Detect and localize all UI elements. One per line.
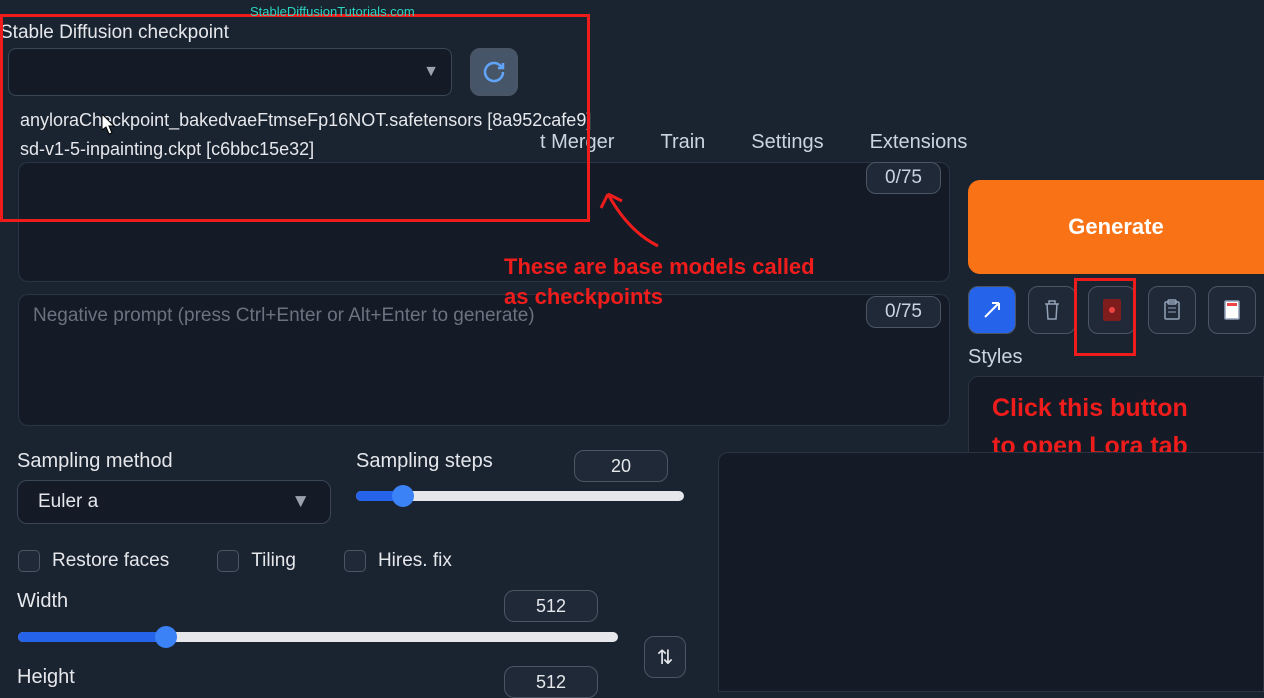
arrow-button[interactable] (968, 286, 1016, 334)
watermark: StableDiffusionTutorials.com (250, 4, 415, 19)
tiling-checkbox[interactable] (217, 550, 239, 572)
annotation-checkpoints-text: These are base models called as checkpoi… (504, 252, 815, 311)
negative-counter: 0/75 (866, 296, 941, 328)
checkbox-row: Restore faces Tiling Hires. fix (18, 550, 452, 572)
width-value[interactable]: 512 (504, 590, 598, 622)
tab-settings[interactable]: Settings (751, 131, 823, 154)
slider-thumb[interactable] (155, 626, 177, 648)
sampling-method-label: Sampling method (17, 450, 173, 473)
height-label: Height (17, 666, 75, 689)
clipboard-icon (1163, 299, 1181, 321)
preview-panel (718, 452, 1264, 692)
clipboard-button[interactable] (1148, 286, 1196, 334)
slider-thumb[interactable] (392, 485, 414, 507)
tab-train[interactable]: Train (660, 131, 705, 154)
chevron-down-icon: ▼ (291, 491, 310, 513)
refresh-icon (482, 60, 506, 84)
tiling-option[interactable]: Tiling (217, 550, 296, 572)
tiling-label: Tiling (251, 550, 296, 572)
sampling-steps-value[interactable]: 20 (574, 450, 668, 482)
restore-faces-option[interactable]: Restore faces (18, 550, 169, 572)
checkpoint-dropdown[interactable]: ▼ (8, 48, 452, 96)
restore-faces-label: Restore faces (52, 550, 169, 572)
hires-fix-label: Hires. fix (378, 550, 452, 572)
card-icon (1103, 299, 1121, 321)
hires-fix-checkbox[interactable] (344, 550, 366, 572)
negative-prompt-placeholder: Negative prompt (press Ctrl+Enter or Alt… (33, 305, 535, 326)
swap-dimensions-button[interactable]: ⇅ (644, 636, 686, 678)
arrow-icon (982, 300, 1002, 320)
restore-faces-checkbox[interactable] (18, 550, 40, 572)
negative-prompt-input[interactable]: Negative prompt (press Ctrl+Enter or Alt… (18, 294, 950, 426)
tab-row: t Merger Train Settings Extensions (540, 131, 967, 154)
utility-icon-row (968, 286, 1256, 334)
file-button[interactable] (1208, 286, 1256, 334)
prompt-counter: 0/75 (866, 162, 941, 194)
trash-icon (1042, 299, 1062, 321)
tab-extensions[interactable]: Extensions (870, 131, 968, 154)
checkpoint-option[interactable]: sd-v1-5-inpainting.ckpt [c6bbc15e32] (10, 135, 576, 164)
checkpoint-label: Stable Diffusion checkpoint (0, 22, 229, 44)
tab-checkpoint-merger[interactable]: t Merger (540, 131, 614, 154)
extra-networks-button[interactable] (1088, 286, 1136, 334)
chevron-down-icon: ▼ (423, 63, 439, 81)
refresh-checkpoint-button[interactable] (470, 48, 518, 96)
height-value[interactable]: 512 (504, 666, 598, 698)
sampling-method-dropdown[interactable]: Euler a ▼ (17, 480, 331, 524)
styles-label: Styles (968, 346, 1022, 369)
sampling-steps-slider[interactable] (356, 491, 684, 501)
width-label: Width (17, 590, 68, 613)
trash-button[interactable] (1028, 286, 1076, 334)
sampling-method-value: Euler a (38, 491, 98, 513)
sampling-steps-label: Sampling steps (356, 450, 493, 473)
width-slider[interactable] (18, 632, 618, 642)
generate-button[interactable]: Generate (968, 180, 1264, 274)
checkpoint-option[interactable]: anyloraCheckpoint_bakedvaeFtmseFp16NOT.s… (10, 106, 576, 135)
hires-fix-option[interactable]: Hires. fix (344, 550, 452, 572)
file-icon (1223, 299, 1241, 321)
